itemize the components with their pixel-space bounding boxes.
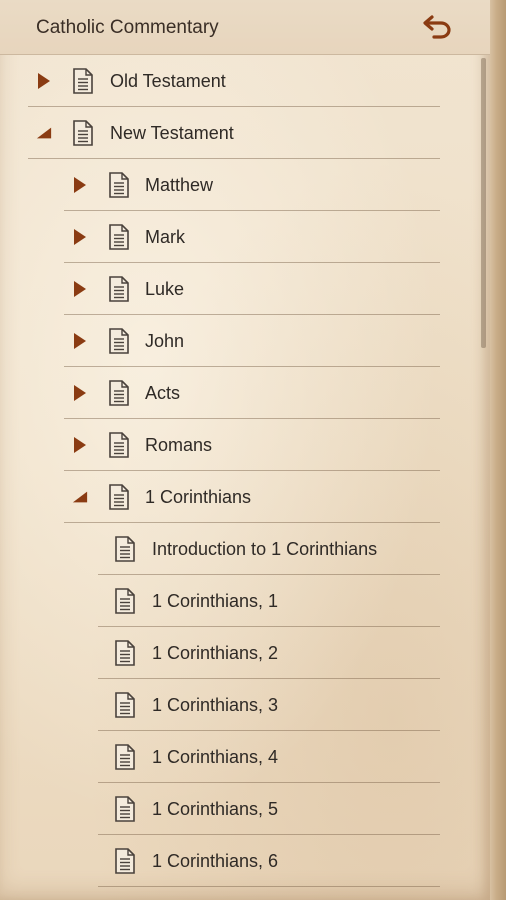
collapsed-caret-icon[interactable] bbox=[72, 333, 88, 349]
document-icon bbox=[108, 380, 130, 406]
collapsed-caret-icon[interactable] bbox=[72, 229, 88, 245]
tree-node-label: Old Testament bbox=[110, 70, 226, 91]
tree-node-label: 1 Corinthians, 2 bbox=[152, 642, 279, 663]
chapter-item[interactable]: 1 Corinthians, 2 bbox=[0, 627, 486, 679]
tree-node-label: Acts bbox=[145, 382, 181, 403]
expanded-caret-icon[interactable] bbox=[36, 125, 52, 141]
tree-node[interactable]: John bbox=[0, 315, 486, 367]
chapter-item[interactable]: 1 Corinthians, 4 bbox=[0, 731, 486, 783]
collapsed-caret-icon[interactable] bbox=[72, 385, 88, 401]
tree-node-label: 1 Corinthians, 3 bbox=[152, 694, 279, 715]
document-icon bbox=[114, 744, 136, 770]
app-title: Catholic Commentary bbox=[36, 17, 219, 38]
chapter-item[interactable]: 1 Corinthians, 1 bbox=[0, 575, 486, 627]
document-icon bbox=[114, 536, 136, 562]
tree-node-label: 1 Corinthians bbox=[145, 486, 252, 507]
tree-node[interactable]: Mark bbox=[0, 211, 486, 263]
document-icon bbox=[72, 120, 94, 146]
tree-node[interactable]: Acts bbox=[0, 367, 486, 419]
tree-node-label: New Testament bbox=[110, 122, 234, 143]
tree-node-label: 1 Corinthians, 6 bbox=[152, 850, 279, 871]
tree-node-label: John bbox=[145, 330, 185, 351]
collapsed-caret-icon[interactable] bbox=[72, 177, 88, 193]
document-icon bbox=[114, 692, 136, 718]
document-icon bbox=[114, 588, 136, 614]
paper-edge bbox=[490, 0, 506, 900]
document-icon bbox=[114, 640, 136, 666]
document-icon bbox=[108, 276, 130, 302]
back-button[interactable] bbox=[420, 10, 456, 44]
chapter-item[interactable]: 1 Corinthians, 3 bbox=[0, 679, 486, 731]
chapter-item[interactable]: 1 Corinthians, 5 bbox=[0, 783, 486, 835]
tree-node[interactable]: Romans bbox=[0, 419, 486, 471]
document-icon bbox=[108, 172, 130, 198]
tree-node-label: Luke bbox=[145, 278, 185, 299]
tree-node[interactable]: New Testament bbox=[0, 107, 486, 159]
tree-node[interactable]: Luke bbox=[0, 263, 486, 315]
tree-node-label: Romans bbox=[145, 434, 213, 455]
document-icon bbox=[72, 68, 94, 94]
tree-node-label: Introduction to 1 Corinthians bbox=[152, 538, 378, 559]
tree-node[interactable]: 1 Corinthians bbox=[0, 471, 486, 523]
commentary-tree: Old Testament New Testament Matthew Mark Luk… bbox=[0, 55, 486, 887]
tree-node-label: Matthew bbox=[145, 174, 214, 195]
document-icon bbox=[114, 848, 136, 874]
collapsed-caret-icon[interactable] bbox=[72, 281, 88, 297]
row-divider bbox=[98, 886, 440, 887]
tree-node[interactable]: Old Testament bbox=[0, 55, 486, 107]
document-icon bbox=[108, 484, 130, 510]
tree-node-label: 1 Corinthians, 5 bbox=[152, 798, 279, 819]
collapsed-caret-icon[interactable] bbox=[72, 437, 88, 453]
tree-node[interactable]: Matthew bbox=[0, 159, 486, 211]
expanded-caret-icon[interactable] bbox=[72, 489, 88, 505]
scrollbar-thumb[interactable] bbox=[481, 58, 486, 348]
undo-arrow-icon bbox=[423, 15, 451, 39]
tree-node-label: Mark bbox=[145, 226, 185, 247]
app-header: Catholic Commentary bbox=[0, 0, 490, 55]
document-icon bbox=[114, 796, 136, 822]
document-icon bbox=[108, 224, 130, 250]
chapter-item[interactable]: 1 Corinthians, 6 bbox=[0, 835, 486, 887]
tree-node-label: 1 Corinthians, 4 bbox=[152, 746, 279, 767]
tree-node-label: 1 Corinthians, 1 bbox=[152, 590, 279, 611]
chapter-item[interactable]: Introduction to 1 Corinthians bbox=[0, 523, 486, 575]
collapsed-caret-icon[interactable] bbox=[36, 73, 52, 89]
document-icon bbox=[108, 328, 130, 354]
document-icon bbox=[108, 432, 130, 458]
